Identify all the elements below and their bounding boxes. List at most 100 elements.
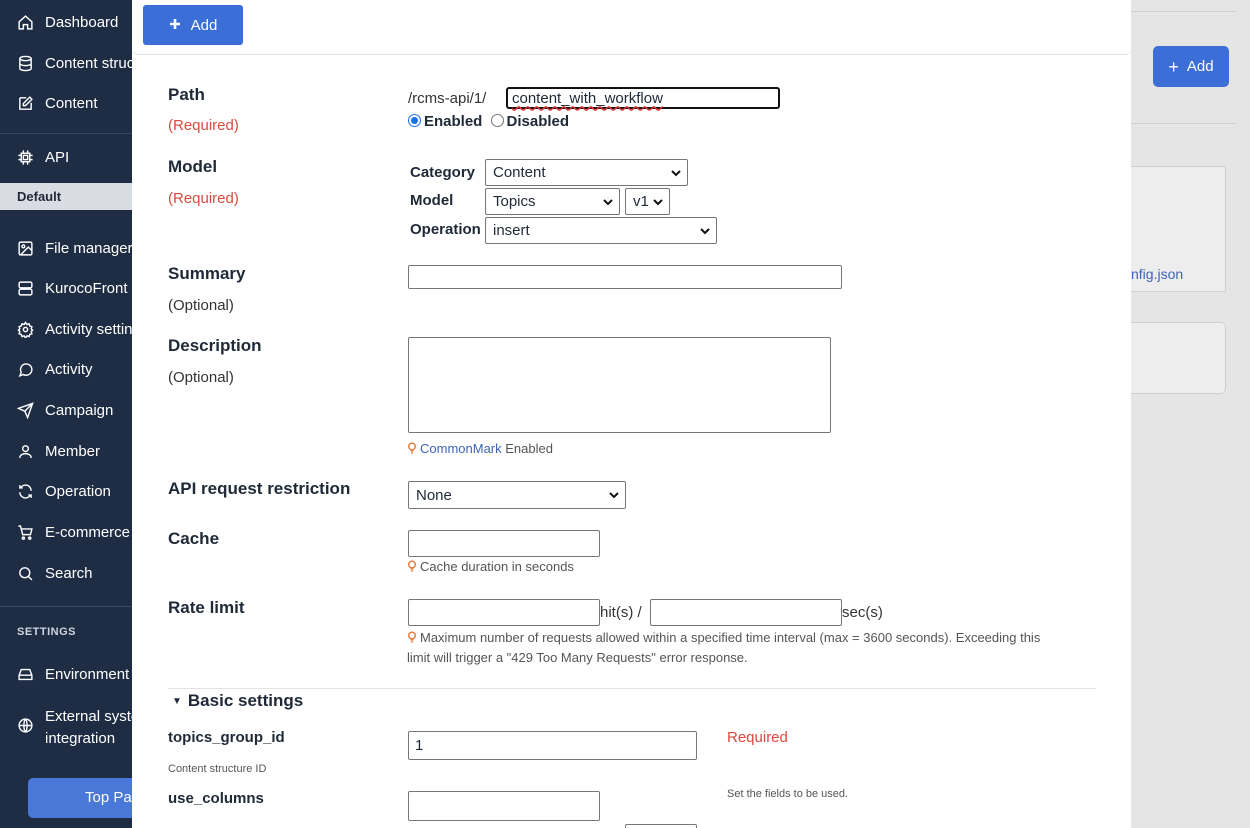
model-required: (Required) bbox=[168, 190, 239, 207]
path-required: (Required) bbox=[168, 117, 239, 134]
topics-group-id-input[interactable]: 1 bbox=[408, 731, 697, 760]
path-prefix: /rcms-api/1/ bbox=[408, 90, 487, 107]
path-status-radios: Enabled Disabled bbox=[408, 113, 569, 130]
rate-limit-hits-input[interactable] bbox=[408, 599, 600, 626]
cache-input[interactable] bbox=[408, 530, 600, 557]
secs-unit: sec(s) bbox=[842, 604, 883, 621]
sidebar-item-label: File manager bbox=[45, 239, 132, 257]
background-file-link[interactable]: nfig.json bbox=[1131, 266, 1183, 282]
sidebar-item-label: External system bbox=[45, 708, 132, 725]
background-add-button[interactable]: + Add bbox=[1153, 46, 1229, 87]
use-columns-note: Set the fields to be used. bbox=[727, 788, 849, 800]
add-button[interactable]: Add bbox=[143, 5, 243, 45]
category-select[interactable]: Content bbox=[485, 159, 688, 186]
description-textarea[interactable] bbox=[408, 337, 831, 433]
sidebar-item-api[interactable]: API bbox=[0, 138, 132, 176]
sidebar-item-ecommerce[interactable]: E-commerce bbox=[0, 513, 132, 551]
sidebar-item-activity[interactable]: Activity bbox=[0, 350, 132, 388]
plus-icon bbox=[169, 17, 181, 34]
sidebar-item-label: Dashboard bbox=[45, 13, 119, 31]
api-restriction-select[interactable]: None bbox=[408, 481, 626, 509]
model-label: Model bbox=[168, 157, 218, 176]
summary-optional: (Optional) bbox=[168, 297, 234, 314]
sidebar-item-search[interactable]: Search bbox=[0, 554, 132, 592]
lightbulb-icon bbox=[408, 442, 416, 454]
sidebar-item-label: API bbox=[45, 148, 70, 166]
operation-label: Operation bbox=[410, 221, 481, 238]
server-icon bbox=[17, 280, 34, 297]
summary-input[interactable] bbox=[408, 265, 842, 289]
chevron-down-icon bbox=[671, 168, 681, 178]
modal-header: Add bbox=[132, 0, 1131, 55]
model-select[interactable]: Topics bbox=[485, 188, 620, 215]
use-columns-select[interactable] bbox=[625, 824, 697, 828]
caret-down-icon: ▼ bbox=[172, 696, 182, 707]
sidebar-divider bbox=[0, 133, 132, 134]
sidebar-item-dashboard[interactable]: Dashboard bbox=[0, 3, 132, 41]
sidebar-item-activity-settings[interactable]: Activity settings bbox=[0, 310, 132, 348]
sidebar-item-label: Activity bbox=[45, 360, 93, 378]
search-icon bbox=[17, 565, 34, 582]
sidebar-item-label: Search bbox=[45, 564, 93, 582]
commonmark-hint: CommonMark Enabled bbox=[407, 441, 553, 456]
sidebar-item-environment[interactable]: Environment bbox=[0, 655, 132, 693]
cache-hint: Cache duration in seconds bbox=[407, 559, 574, 574]
gear-icon bbox=[17, 320, 34, 338]
operation-select[interactable]: insert bbox=[485, 217, 717, 244]
enabled-radio[interactable] bbox=[408, 114, 421, 127]
sidebar-item-external-integration[interactable]: External system integration bbox=[17, 706, 132, 750]
refresh-icon bbox=[17, 483, 34, 500]
topics-group-id-sublabel: Content structure ID bbox=[168, 763, 267, 775]
image-icon bbox=[17, 240, 34, 257]
sidebar-item-label: Member bbox=[45, 442, 101, 460]
hits-unit: hit(s) / bbox=[600, 604, 642, 621]
summary-label: Summary bbox=[168, 264, 246, 283]
path-input[interactable]: content_with_workflow bbox=[506, 87, 780, 109]
user-icon bbox=[17, 443, 34, 460]
sidebar-item-default[interactable]: Default bbox=[0, 183, 132, 210]
sidebar-section-settings: SETTINGS bbox=[17, 626, 77, 638]
chevron-down-icon bbox=[653, 197, 663, 207]
sidebar-item-label: Environment bbox=[45, 665, 130, 683]
chat-icon bbox=[17, 361, 34, 378]
background-page bbox=[1131, 0, 1250, 828]
rate-limit-label: Rate limit bbox=[168, 598, 245, 617]
top-page-button[interactable]: Top Page bbox=[28, 778, 132, 818]
disabled-radio[interactable] bbox=[490, 114, 504, 127]
globe-icon bbox=[17, 717, 34, 734]
rate-limit-seconds-input[interactable] bbox=[650, 599, 842, 626]
lightbulb-icon bbox=[408, 560, 416, 572]
add-api-modal: Add Path (Required) /rcms-api/1/ content… bbox=[132, 0, 1131, 828]
topics-group-id-required: Required bbox=[727, 729, 788, 746]
sidebar-item-operation[interactable]: Operation bbox=[0, 472, 132, 510]
sidebar-item-label: Content structure bbox=[45, 54, 132, 72]
chevron-down-icon bbox=[609, 490, 619, 500]
sidebar: Dashboard Content structure Content API … bbox=[0, 0, 132, 828]
basic-settings-toggle[interactable]: ▼ Basic settings bbox=[172, 691, 303, 711]
cache-label: Cache bbox=[168, 529, 220, 548]
description-optional: (Optional) bbox=[168, 369, 234, 386]
sidebar-item-content[interactable]: Content bbox=[0, 84, 132, 122]
sidebar-item-member[interactable]: Member bbox=[0, 432, 132, 470]
version-select[interactable]: v1 bbox=[625, 188, 670, 215]
cart-icon bbox=[17, 524, 34, 541]
sidebar-item-label: Content bbox=[45, 94, 98, 112]
topics-group-id-label: topics_group_id bbox=[168, 729, 285, 746]
model-sublabel: Model bbox=[410, 192, 454, 209]
use-columns-input[interactable] bbox=[408, 791, 600, 821]
description-label: Description bbox=[168, 336, 262, 355]
sidebar-item-file-manager[interactable]: File manager bbox=[0, 229, 132, 267]
sidebar-item-kurocofront[interactable]: KurocoFront bbox=[0, 269, 132, 307]
sidebar-divider bbox=[0, 606, 132, 607]
sidebar-item-content-structure[interactable]: Content structure bbox=[0, 44, 132, 82]
lightbulb-icon bbox=[408, 631, 416, 643]
drive-icon bbox=[17, 666, 34, 683]
database-icon bbox=[17, 55, 34, 72]
chevron-down-icon bbox=[603, 197, 613, 207]
sidebar-item-campaign[interactable]: Campaign bbox=[0, 391, 132, 429]
sidebar-item-label: E-commerce bbox=[45, 523, 131, 541]
commonmark-link[interactable]: CommonMark bbox=[420, 441, 502, 456]
rate-limit-hint: Maximum number of requests allowed withi… bbox=[407, 630, 1041, 665]
background-divider bbox=[1131, 11, 1236, 12]
path-label: Path bbox=[168, 85, 205, 104]
